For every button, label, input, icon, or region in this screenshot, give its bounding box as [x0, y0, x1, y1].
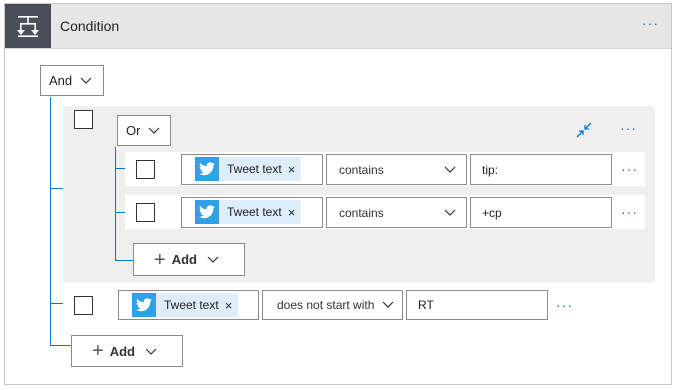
or-operator-dropdown[interactable]: Or [117, 115, 171, 146]
operator-label: does not start with [277, 298, 375, 312]
row-checkbox[interactable] [74, 296, 93, 315]
plus-icon: + [92, 340, 104, 362]
remove-token-icon[interactable]: × [288, 162, 302, 177]
connector-branch [50, 188, 63, 189]
tweet-text-token[interactable]: Tweet text × [195, 200, 302, 224]
connector-branch [50, 345, 71, 346]
add-button[interactable]: + Add [133, 243, 245, 276]
chevron-down-icon [382, 298, 394, 312]
remove-token-icon[interactable]: × [288, 205, 302, 220]
collapse-icon[interactable] [575, 121, 593, 139]
condition-row: Tweet text × contains +cp ··· [125, 195, 645, 229]
token-field[interactable]: Tweet text × [181, 154, 323, 185]
token-field[interactable]: Tweet text × [181, 197, 323, 228]
add-label: Add [171, 252, 197, 267]
row-checkbox[interactable] [136, 203, 155, 222]
card-title: Condition [60, 18, 120, 34]
chevron-down-icon [207, 252, 219, 267]
card-header[interactable]: Condition ··· [5, 4, 671, 49]
chevron-down-icon [80, 73, 92, 88]
and-operator-dropdown[interactable]: And [40, 65, 104, 96]
or-connector-line [115, 147, 116, 260]
remove-token-icon[interactable]: × [225, 298, 239, 313]
operator-label: contains [339, 162, 384, 177]
operator-select[interactable]: does not start with [262, 290, 403, 320]
chevron-down-icon [444, 163, 456, 177]
condition-icon [5, 4, 51, 48]
value-input[interactable]: tip: [470, 154, 612, 185]
connector-branch [115, 260, 133, 261]
or-operator-label: Or [126, 123, 141, 138]
operator-select[interactable]: contains [326, 154, 467, 185]
and-operator-label: And [49, 73, 73, 88]
chevron-down-icon [148, 123, 160, 138]
more-icon[interactable]: ··· [621, 162, 638, 176]
operator-label: contains [339, 205, 384, 220]
group-checkbox[interactable] [74, 110, 93, 129]
connector-branch [115, 168, 125, 169]
token-field[interactable]: Tweet text × [118, 290, 259, 320]
add-label: Add [109, 343, 135, 359]
condition-card: Condition ··· And Or ··· Tweet text × co… [4, 3, 672, 385]
connector-branch [115, 212, 125, 213]
twitter-icon [195, 200, 219, 224]
connector-branch [50, 303, 63, 304]
value-input[interactable]: RT [406, 290, 548, 320]
more-icon[interactable]: ··· [556, 298, 573, 312]
and-connector-line [50, 97, 51, 345]
chevron-down-icon [145, 344, 157, 359]
value-input[interactable]: +cp [470, 197, 612, 228]
condition-row: Tweet text × contains tip: ··· [125, 152, 645, 186]
token-label: Tweet text [164, 298, 219, 312]
twitter-icon [132, 293, 156, 317]
twitter-icon [195, 157, 219, 181]
more-icon[interactable]: ··· [620, 121, 637, 135]
add-button[interactable]: + Add [71, 335, 183, 367]
or-group: Or ··· Tweet text × contains tip: ··· Tw… [63, 106, 655, 282]
token-label: Tweet text [227, 162, 282, 176]
tweet-text-token[interactable]: Tweet text × [132, 293, 239, 317]
tweet-text-token[interactable]: Tweet text × [195, 157, 302, 181]
operator-select[interactable]: contains [326, 197, 467, 228]
row-checkbox[interactable] [136, 160, 155, 179]
plus-icon: + [154, 248, 166, 271]
chevron-down-icon [444, 206, 456, 220]
token-label: Tweet text [227, 205, 282, 219]
more-icon[interactable]: ··· [642, 16, 659, 30]
more-icon[interactable]: ··· [621, 205, 638, 219]
